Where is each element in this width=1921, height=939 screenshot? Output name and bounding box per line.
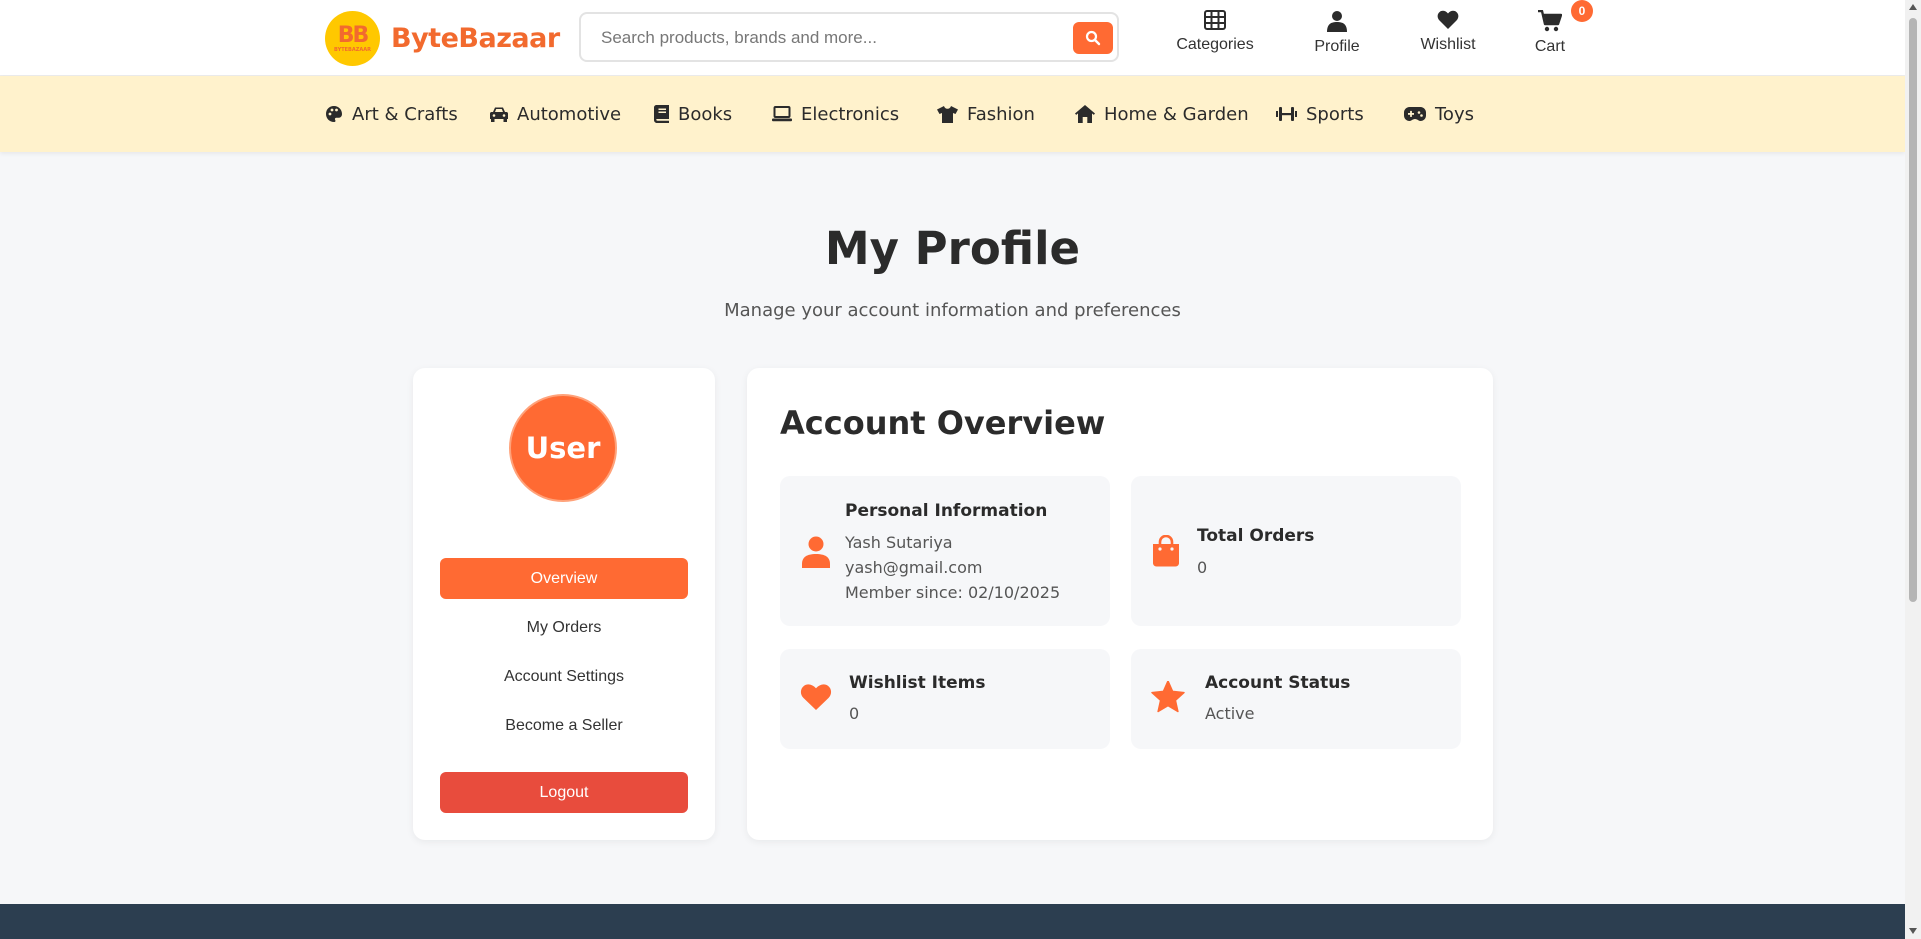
category-label: Home & Garden xyxy=(1104,103,1249,125)
scroll-up-icon[interactable] xyxy=(1909,4,1917,10)
category-home-garden[interactable]: Home & Garden xyxy=(1075,76,1249,152)
scroll-down-icon[interactable] xyxy=(1909,928,1917,934)
profile-button[interactable]: Profile xyxy=(1307,10,1367,56)
user-icon xyxy=(1327,11,1347,32)
account-overview-panel: Account Overview Personal Information Ya… xyxy=(747,368,1493,840)
category-label: Electronics xyxy=(801,103,900,125)
page-subtitle: Manage your account information and pref… xyxy=(724,300,1181,321)
member-since: Member since: 02/10/2025 xyxy=(845,583,1061,602)
logout-button[interactable]: Logout xyxy=(440,772,688,813)
sidebar-item-become-seller[interactable]: Become a Seller xyxy=(440,705,688,746)
avatar: User xyxy=(509,394,617,502)
page-scrollbar[interactable] xyxy=(1905,0,1921,939)
category-label: Automotive xyxy=(517,103,622,125)
header: BB BYTEBAZAAR ByteBazaar Categories Prof xyxy=(0,0,1905,76)
search-bar xyxy=(579,12,1119,62)
profile-sidebar: User Overview My Orders Account Settings… xyxy=(413,368,715,840)
account-status-card: Account Status Active xyxy=(1131,649,1461,749)
footer xyxy=(0,904,1905,939)
cart-button[interactable]: Cart 0 xyxy=(1530,0,1593,56)
categories-label: Categories xyxy=(1176,36,1254,53)
palette-icon xyxy=(326,106,342,122)
account-status-value: Active xyxy=(1205,704,1255,723)
category-fashion[interactable]: Fashion xyxy=(937,76,1035,152)
cart-count-badge: 0 xyxy=(1571,0,1593,22)
search-input[interactable] xyxy=(601,26,1041,50)
grid-icon xyxy=(1204,10,1226,30)
laptop-icon xyxy=(772,106,792,122)
wishlist-items-title: Wishlist Items xyxy=(849,673,986,693)
cart-label: Cart xyxy=(1534,38,1566,55)
category-bar: Art & Crafts Automotive Books Electronic… xyxy=(0,76,1905,152)
brand-logo[interactable]: BB BYTEBAZAAR ByteBazaar xyxy=(325,11,560,66)
cart-icon xyxy=(1538,10,1562,32)
user-name: Yash Sutariya xyxy=(845,533,953,552)
category-art-crafts[interactable]: Art & Crafts xyxy=(325,76,458,152)
sidebar-item-my-orders[interactable]: My Orders xyxy=(440,607,688,648)
car-icon xyxy=(490,107,508,122)
brand-name: ByteBazaar xyxy=(391,23,560,54)
book-icon xyxy=(654,105,669,123)
wishlist-label: Wishlist xyxy=(1420,36,1476,53)
personal-info-card: Personal Information Yash Sutariya yash@… xyxy=(780,476,1110,626)
star-icon xyxy=(1151,681,1185,713)
category-label: Fashion xyxy=(967,103,1035,125)
category-label: Books xyxy=(678,103,733,125)
total-orders-card: Total Orders 0 xyxy=(1131,476,1461,626)
wishlist-items-card: Wishlist Items 0 xyxy=(780,649,1110,749)
category-label: Sports xyxy=(1306,103,1364,125)
page-title: My Profile xyxy=(824,222,1081,275)
sidebar-item-overview[interactable]: Overview xyxy=(440,558,688,599)
logo-mark: BB xyxy=(337,22,370,48)
user-email: yash@gmail.com xyxy=(845,558,983,577)
total-orders-title: Total Orders xyxy=(1197,526,1315,546)
categories-button[interactable]: Categories xyxy=(1175,10,1255,54)
user-icon xyxy=(802,536,830,568)
category-sports[interactable]: Sports xyxy=(1276,76,1364,152)
search-icon xyxy=(1085,30,1101,46)
dumbbell-icon xyxy=(1276,107,1297,121)
wishlist-button[interactable]: Wishlist xyxy=(1413,10,1483,54)
account-status-title: Account Status xyxy=(1205,673,1351,693)
logo-badge: BB BYTEBAZAAR xyxy=(325,11,380,66)
sidebar-item-account-settings[interactable]: Account Settings xyxy=(440,656,688,697)
category-label: Art & Crafts xyxy=(352,103,458,125)
wishlist-items-value: 0 xyxy=(849,704,860,723)
shopping-bag-icon xyxy=(1153,535,1179,567)
category-electronics[interactable]: Electronics xyxy=(772,76,899,152)
heart-icon xyxy=(800,684,832,710)
personal-info-title: Personal Information xyxy=(845,501,1048,521)
category-automotive[interactable]: Automotive xyxy=(490,76,621,152)
shirt-icon xyxy=(937,105,958,123)
logo-subtext: BYTEBAZAAR xyxy=(334,46,371,53)
heart-icon xyxy=(1437,10,1459,30)
total-orders-value: 0 xyxy=(1197,558,1208,577)
search-button[interactable] xyxy=(1073,22,1113,54)
gamepad-icon xyxy=(1404,107,1426,121)
home-icon xyxy=(1075,105,1095,123)
category-books[interactable]: Books xyxy=(654,76,732,152)
scrollbar-thumb[interactable] xyxy=(1909,18,1917,602)
category-toys[interactable]: Toys xyxy=(1404,76,1474,152)
overview-title: Account Overview xyxy=(780,404,1106,442)
category-label: Toys xyxy=(1435,103,1474,125)
profile-label: Profile xyxy=(1314,38,1360,55)
